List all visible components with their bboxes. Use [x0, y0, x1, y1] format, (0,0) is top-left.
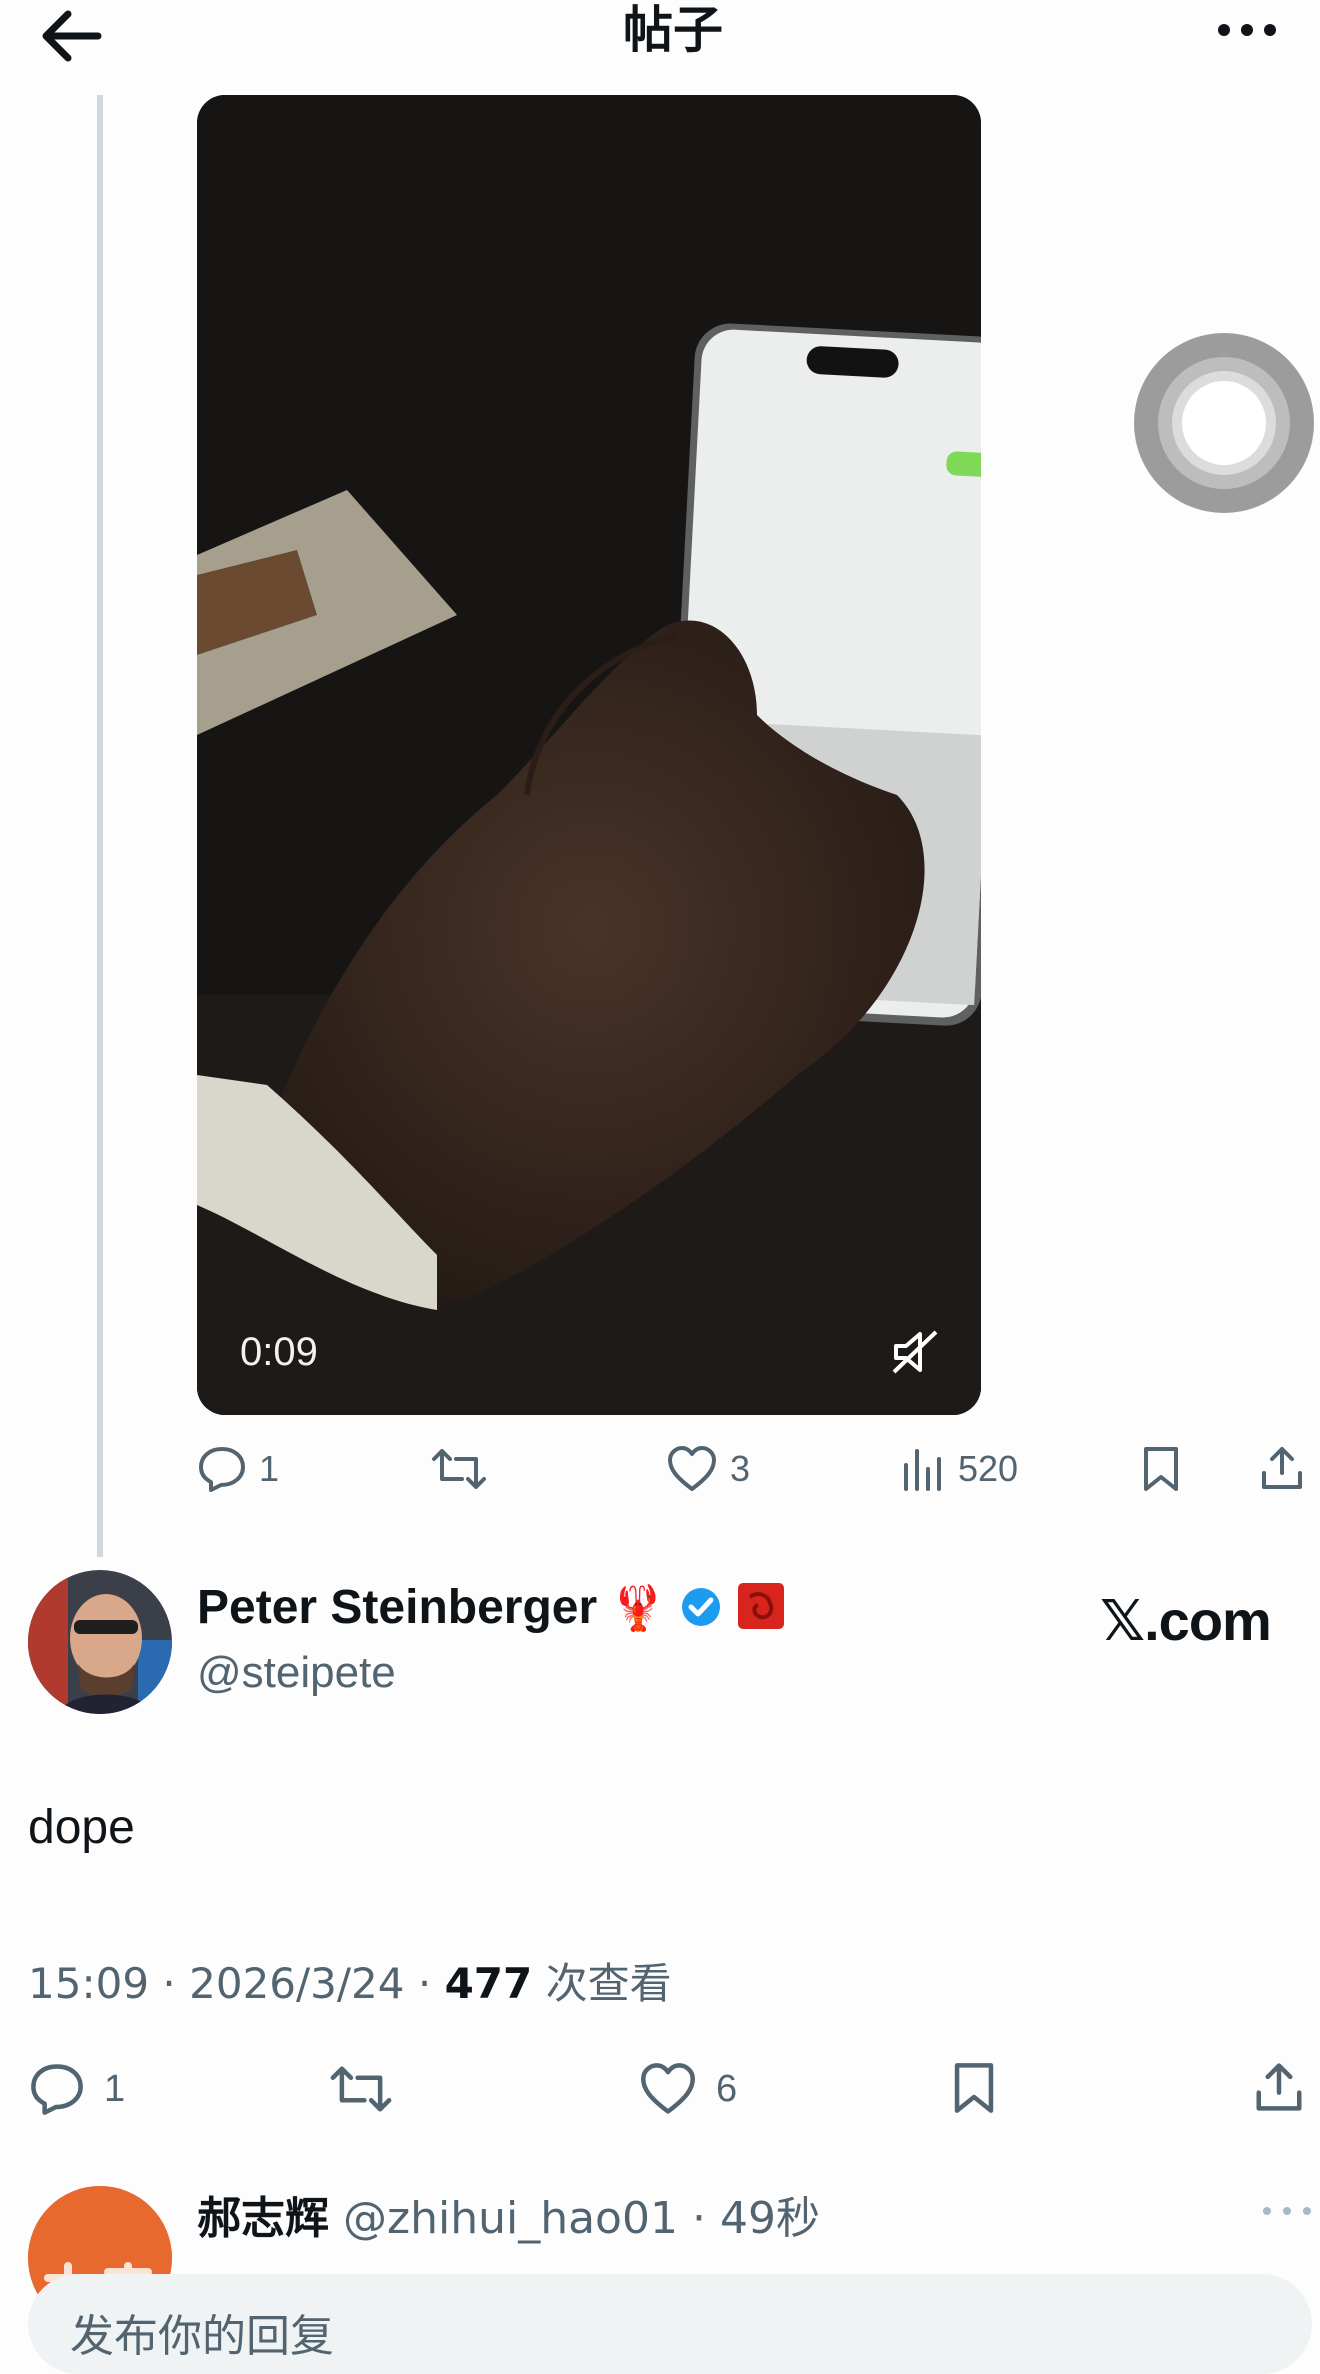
author-handle[interactable]: @steipete: [197, 1648, 396, 1698]
video-views-count: 520: [958, 1448, 1019, 1489]
affiliate-badge-icon: [737, 1583, 784, 1629]
floating-assistive-button[interactable]: [1133, 332, 1315, 514]
post-reply-button[interactable]: 1: [28, 2062, 125, 2116]
muted-speaker-icon[interactable]: [890, 1330, 940, 1374]
verified-badge-icon: [681, 1588, 720, 1626]
avatar[interactable]: [28, 1570, 172, 1714]
bookmark-icon[interactable]: [1138, 1445, 1184, 1493]
post-date: 2026/3/24: [189, 1959, 405, 2008]
post-reply-count: 1: [104, 2067, 126, 2110]
author-name-text: Peter Steinberger: [197, 1581, 598, 1634]
more-options-icon[interactable]: [1212, 10, 1282, 50]
speech-bubble-icon: [199, 1447, 245, 1492]
meta-separator: ·: [417, 1959, 432, 2008]
video-reply-count: 1: [259, 1448, 280, 1489]
x-com-watermark: 𝕏.com: [1100, 1589, 1272, 1652]
share-icon[interactable]: [1252, 2058, 1306, 2116]
post-meta: 15:09 · 2026/3/24 · 477 次查看: [28, 1950, 672, 2011]
repost-icon: [432, 1449, 486, 1489]
post-like-count: 6: [716, 2067, 738, 2110]
repost-icon[interactable]: [328, 2062, 394, 2116]
back-arrow-icon[interactable]: [38, 6, 108, 66]
video-repost-button[interactable]: [430, 1445, 488, 1493]
more-options-icon[interactable]: [1262, 2206, 1312, 2216]
video-like-button[interactable]: 3: [666, 1445, 750, 1493]
reply-age: 49秒: [719, 2193, 820, 2244]
speech-bubble-icon: [31, 2064, 83, 2115]
meta-separator: ·: [162, 1959, 176, 2008]
avatar-image: [28, 1570, 172, 1714]
post-views-label: 次查看: [545, 1959, 672, 2008]
video-views-button[interactable]: 520: [902, 1445, 1018, 1493]
bookmark-icon[interactable]: [948, 2060, 1000, 2116]
bar-chart-icon: [904, 1449, 941, 1491]
author-name[interactable]: Peter Steinberger 🦞: [197, 1580, 786, 1635]
post-text: dope: [28, 1801, 135, 1854]
post-views-count: 477: [444, 1959, 533, 2008]
video-timestamp: 0:09: [240, 1330, 318, 1374]
post-like-button[interactable]: 6: [638, 2062, 737, 2116]
video-like-count: 3: [730, 1448, 751, 1489]
reply-user-line: 郝志辉 @zhihui_hao01 · 49秒: [197, 2182, 820, 2246]
heart-icon: [668, 1446, 716, 1491]
lobster-emoji: 🦞: [610, 1584, 666, 1633]
meta-separator: ·: [691, 2193, 706, 2244]
video-frame: [197, 95, 981, 1415]
heart-icon: [641, 2063, 695, 2114]
video-player[interactable]: [197, 95, 981, 1415]
share-icon[interactable]: [1258, 1443, 1306, 1493]
reply-input-placeholder: 发布你的回复: [70, 2311, 334, 2362]
reply-user-handle[interactable]: @zhihui_hao01: [343, 2193, 678, 2244]
reply-user-name[interactable]: 郝志辉: [197, 2193, 329, 2244]
page-title: 帖子: [623, 1, 723, 59]
post-time: 15:09: [28, 1959, 150, 2008]
video-reply-button[interactable]: 1: [197, 1445, 279, 1493]
thread-connector-line: [97, 95, 103, 1557]
